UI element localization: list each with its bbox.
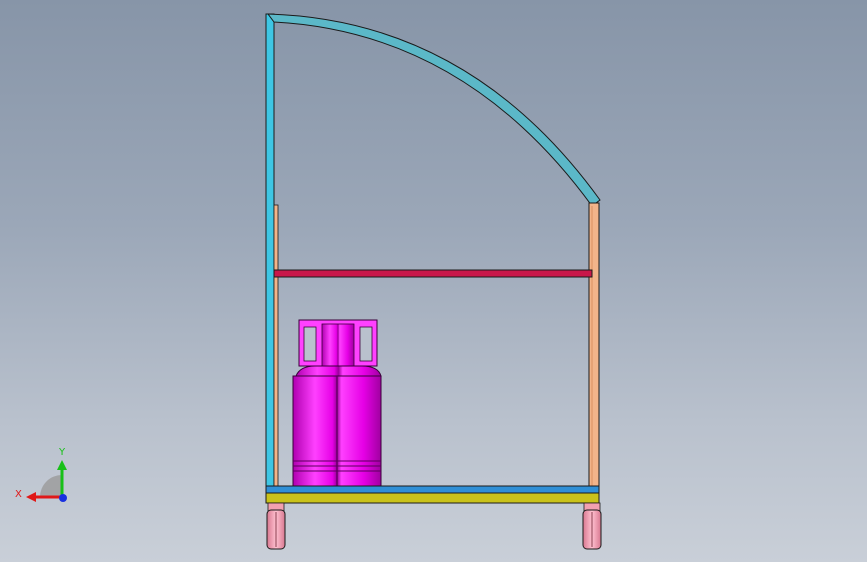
- right-wheel: [582, 502, 602, 550]
- gas-cylinder: [292, 319, 382, 487]
- coordinate-triad: Y X: [15, 447, 67, 502]
- left-post: [265, 13, 279, 493]
- crossbar: [273, 269, 593, 278]
- right-post: [588, 202, 600, 489]
- x-axis-label: X: [15, 489, 22, 500]
- y-axis-label: Y: [58, 447, 66, 458]
- graphics-viewport[interactable]: Y X: [0, 0, 867, 562]
- triad-plane-icon: [40, 475, 62, 497]
- model-view[interactable]: Y X: [0, 0, 867, 562]
- z-axis-icon: [59, 494, 67, 502]
- base-platform: [265, 485, 600, 504]
- left-wheel: [266, 502, 286, 550]
- top-arc: [266, 13, 601, 207]
